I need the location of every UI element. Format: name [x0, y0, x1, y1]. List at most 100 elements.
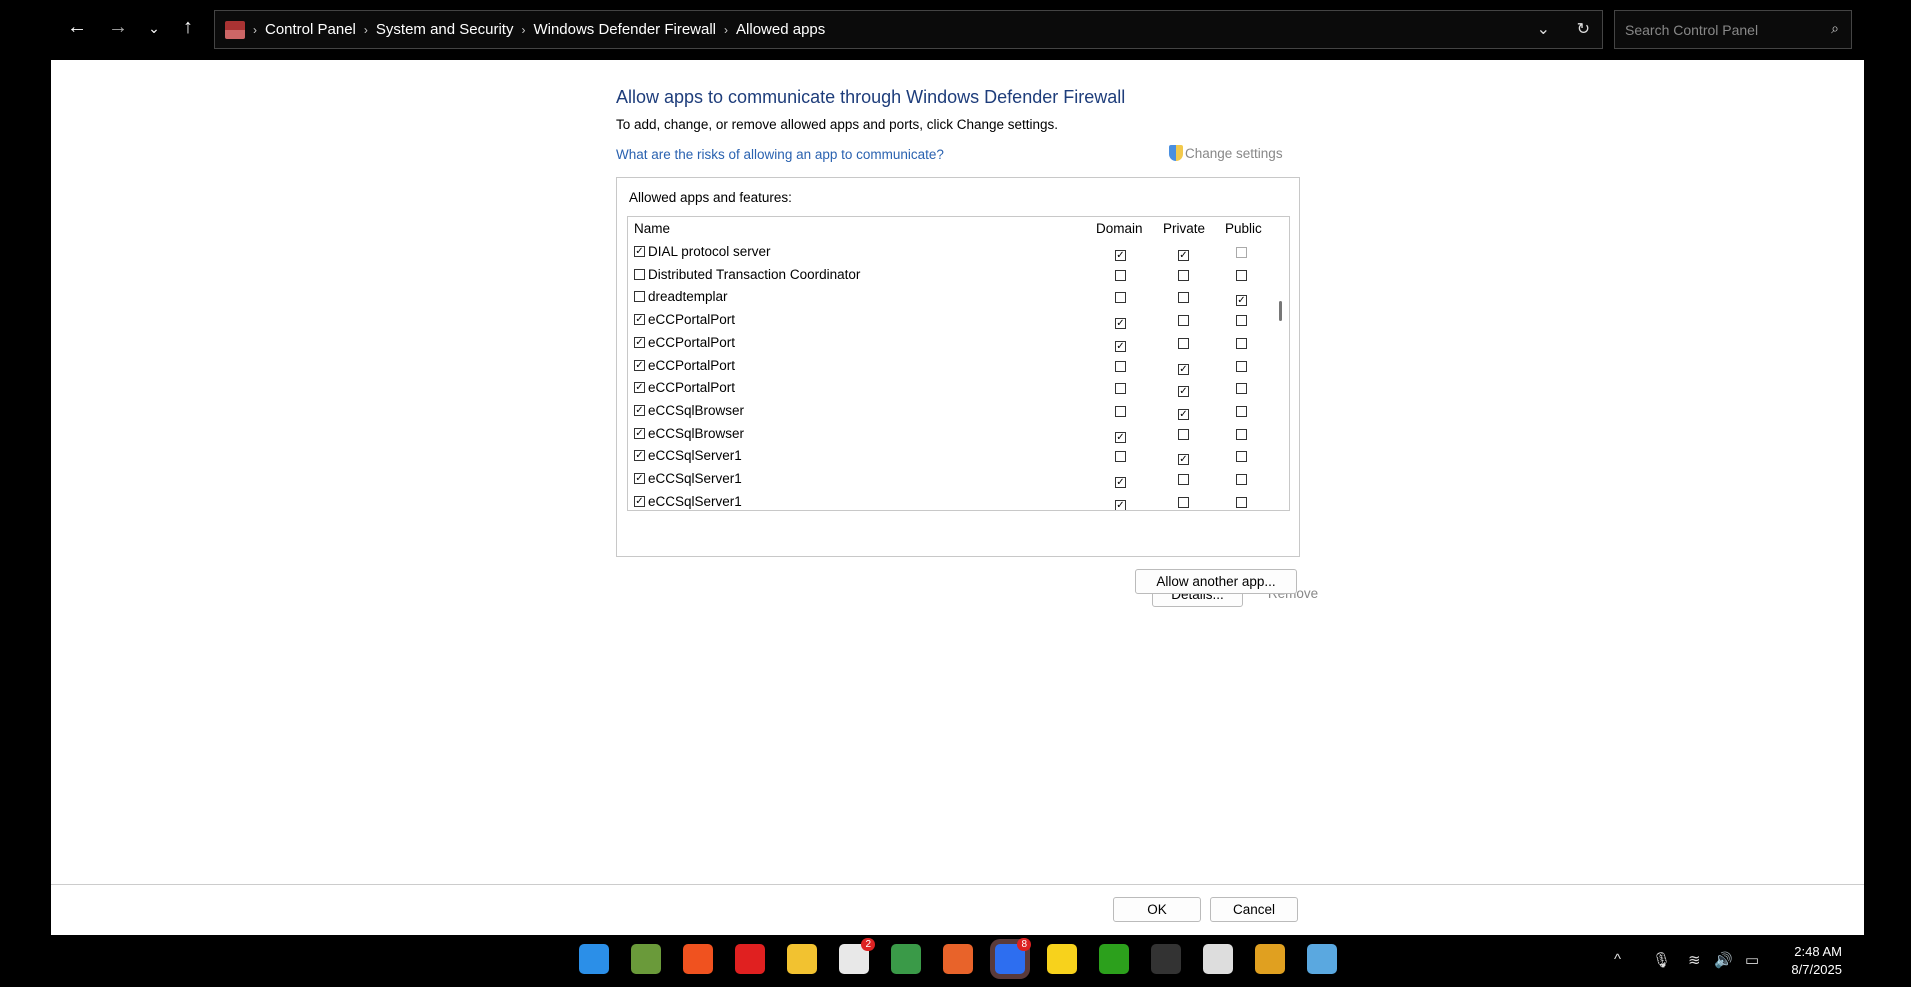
public-cell[interactable]	[1236, 473, 1247, 488]
domain-cell[interactable]: ✓	[1115, 428, 1126, 443]
public-cell[interactable]	[1236, 269, 1247, 284]
unchecked-checkbox[interactable]	[1178, 337, 1189, 349]
checked-checkbox[interactable]: ✓	[1115, 499, 1126, 510]
search-icon[interactable]: ⌕	[1831, 20, 1839, 37]
domain-cell[interactable]: ✓	[1115, 314, 1126, 330]
public-cell[interactable]	[1236, 428, 1247, 443]
table-row[interactable]: ✓ eCCSqlServer1 ✓	[628, 445, 1268, 468]
checked-checkbox[interactable]: ✓	[634, 382, 645, 394]
domain-cell[interactable]: ✓	[1115, 496, 1126, 510]
domain-cell[interactable]	[1115, 405, 1126, 420]
breadcrumb-system-security[interactable]: System and Security	[376, 21, 514, 38]
back-arrow-icon[interactable]: ←	[62, 16, 92, 39]
forward-arrow-icon[interactable]: →	[103, 16, 133, 39]
domain-cell[interactable]	[1115, 450, 1126, 465]
risks-link[interactable]: What are the risks of allowing an app to…	[616, 147, 944, 162]
domain-cell[interactable]: ✓	[1115, 246, 1126, 261]
column-header-private[interactable]: Private	[1163, 221, 1205, 236]
unchecked-checkbox[interactable]	[1236, 496, 1247, 508]
unchecked-checkbox[interactable]	[1115, 360, 1126, 372]
checked-checkbox[interactable]: ✓	[1115, 250, 1126, 261]
column-header-domain[interactable]: Domain	[1096, 221, 1143, 236]
unchecked-checkbox[interactable]	[1178, 315, 1189, 327]
refresh-icon[interactable]: ↻	[1577, 19, 1590, 39]
private-cell[interactable]	[1178, 269, 1189, 284]
microphone-icon[interactable]: 🎙	[1652, 951, 1671, 969]
up-arrow-icon[interactable]: ↑	[173, 16, 203, 39]
address-dropdown-chevron-icon[interactable]: ⌄	[1537, 19, 1550, 39]
table-row[interactable]: Distributed Transaction Coordinator	[628, 264, 1268, 287]
taskbar-brave-icon[interactable]	[683, 944, 713, 974]
public-cell[interactable]	[1236, 496, 1247, 510]
public-cell[interactable]	[1236, 450, 1247, 465]
checked-checkbox[interactable]: ✓	[1178, 408, 1189, 420]
taskbar-snipping-icon[interactable]	[1203, 944, 1233, 974]
public-cell[interactable]	[1236, 382, 1247, 397]
checked-checkbox[interactable]: ✓	[1178, 386, 1189, 398]
unchecked-checkbox[interactable]	[1236, 315, 1247, 327]
checked-checkbox[interactable]: ✓	[634, 427, 645, 439]
public-cell[interactable]	[1236, 405, 1247, 420]
taskbar-notepad-icon[interactable]	[631, 944, 661, 974]
private-cell[interactable]	[1178, 428, 1189, 443]
unchecked-checkbox[interactable]	[1178, 292, 1189, 304]
unchecked-checkbox[interactable]	[1236, 451, 1247, 463]
unchecked-checkbox[interactable]	[1178, 496, 1189, 508]
taskbar-chrome-canary-icon[interactable]	[1255, 944, 1285, 974]
show-hidden-icons-chevron-icon[interactable]: ^	[1614, 951, 1621, 968]
unchecked-checkbox[interactable]	[1236, 428, 1247, 440]
column-header-name[interactable]: Name	[634, 221, 670, 236]
taskbar-wps-writer-icon[interactable]	[943, 944, 973, 974]
breadcrumb-control-panel[interactable]: Control Panel	[265, 21, 356, 38]
domain-cell[interactable]	[1115, 291, 1126, 306]
domain-cell[interactable]	[1115, 269, 1126, 284]
system-clock[interactable]: 2:48 AM 8/7/2025	[1782, 943, 1842, 979]
taskbar-sticky-notes-icon[interactable]	[1047, 944, 1077, 974]
private-cell[interactable]	[1178, 473, 1189, 488]
private-cell[interactable]: ✓	[1178, 360, 1189, 375]
taskbar-control-panel-icon[interactable]	[1307, 944, 1337, 974]
address-bar[interactable]: › Control Panel › System and Security › …	[214, 10, 1603, 49]
checked-checkbox[interactable]: ✓	[634, 336, 645, 348]
checked-checkbox[interactable]: ✓	[1115, 340, 1126, 352]
table-row[interactable]: ✓ eCCPortalPort ✓	[628, 332, 1268, 355]
ok-button[interactable]: OK	[1113, 897, 1201, 922]
table-row[interactable]: ✓ eCCSqlBrowser ✓	[628, 400, 1268, 423]
allowed-apps-list[interactable]: Name Domain Private Public ✓ DIAL protoco…	[627, 216, 1290, 511]
public-cell[interactable]	[1236, 360, 1247, 375]
checked-checkbox[interactable]: ✓	[634, 359, 645, 371]
wifi-icon[interactable]: ≋	[1688, 951, 1701, 969]
private-cell[interactable]	[1178, 314, 1189, 329]
domain-cell[interactable]	[1115, 382, 1126, 397]
private-cell[interactable]: ✓	[1178, 450, 1189, 466]
private-cell[interactable]: ✓	[1178, 246, 1189, 261]
table-row[interactable]: ✓ eCCSqlBrowser ✓	[628, 423, 1268, 446]
unchecked-checkbox[interactable]	[1115, 451, 1126, 463]
unchecked-checkbox[interactable]	[1178, 428, 1189, 440]
taskbar-chrome-icon[interactable]	[891, 944, 921, 974]
checked-checkbox[interactable]: ✓	[634, 314, 645, 326]
checked-checkbox[interactable]: ✓	[634, 404, 645, 416]
private-cell[interactable]: ✓	[1178, 382, 1189, 398]
unchecked-checkbox[interactable]	[1178, 474, 1189, 485]
breadcrumb-allowed-apps[interactable]: Allowed apps	[736, 21, 825, 38]
taskbar-obs-icon[interactable]	[1151, 944, 1181, 974]
unchecked-checkbox[interactable]	[1236, 474, 1247, 485]
checked-checkbox[interactable]: ✓	[1115, 477, 1126, 488]
table-row[interactable]: ✓ DIAL protocol server ✓ ✓	[628, 241, 1268, 264]
breadcrumb-firewall[interactable]: Windows Defender Firewall	[533, 21, 716, 38]
taskbar-wps-icon[interactable]	[735, 944, 765, 974]
unchecked-checkbox[interactable]	[1236, 269, 1247, 281]
cancel-button[interactable]: Cancel	[1210, 897, 1298, 922]
checked-checkbox[interactable]: ✓	[1178, 454, 1189, 466]
checked-checkbox[interactable]: ✓	[1115, 318, 1126, 330]
list-scrollbar-thumb[interactable]	[1279, 301, 1282, 321]
table-row[interactable]: ✓ eCCPortalPort ✓	[628, 377, 1268, 400]
public-cell[interactable]	[1236, 337, 1247, 352]
unchecked-checkbox[interactable]	[1115, 292, 1126, 304]
domain-cell[interactable]	[1115, 360, 1126, 375]
unchecked-checkbox[interactable]	[1236, 247, 1247, 258]
unchecked-checkbox[interactable]	[1115, 405, 1126, 417]
table-row[interactable]: dreadtemplar ✓	[628, 286, 1268, 309]
checked-checkbox[interactable]: ✓	[1178, 250, 1189, 261]
